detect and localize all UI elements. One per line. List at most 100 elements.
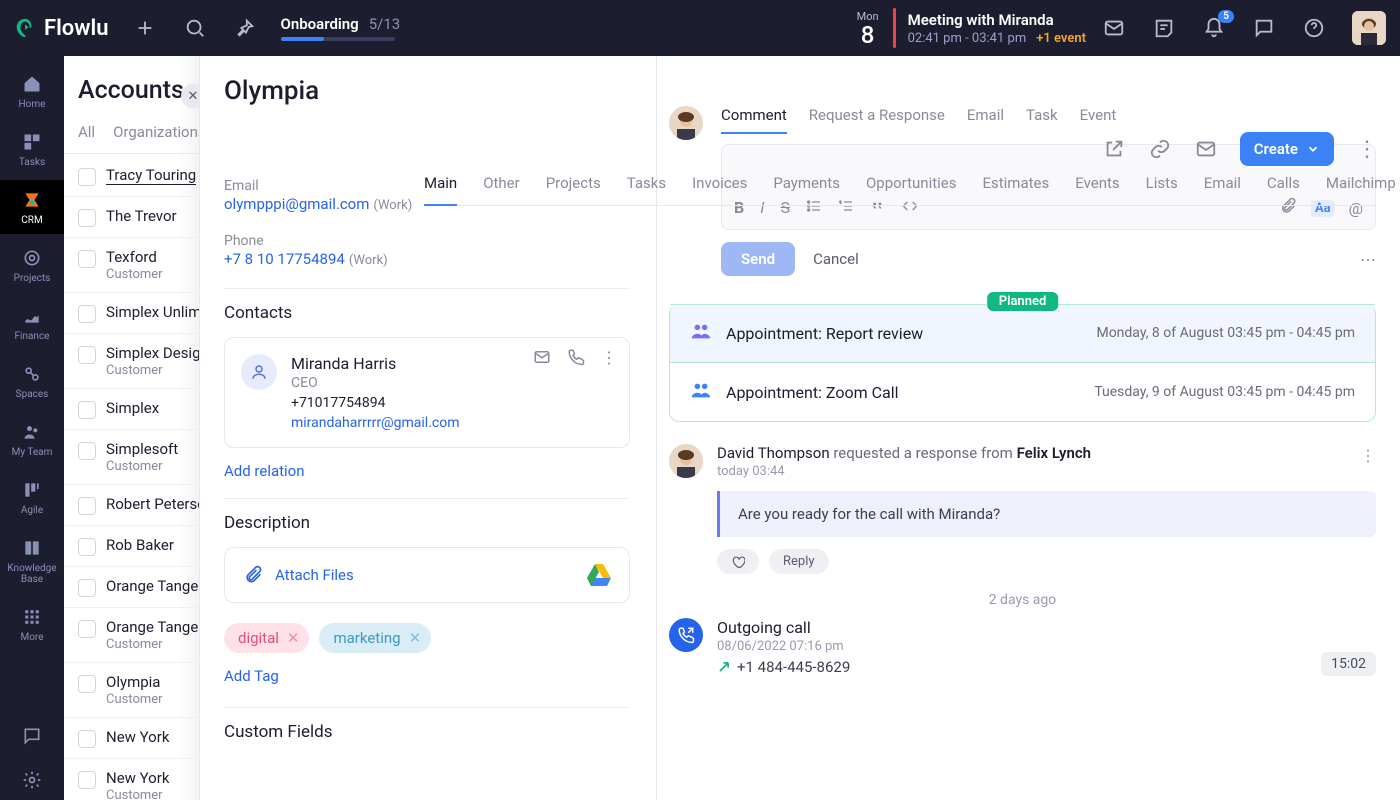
account-row[interactable]: TexfordCustomer xyxy=(64,238,199,293)
nav-more[interactable]: More xyxy=(0,597,64,651)
checkbox[interactable] xyxy=(78,771,96,789)
brand-logo[interactable]: Flowlu xyxy=(14,16,109,41)
add-icon[interactable] xyxy=(133,16,157,40)
account-row[interactable]: New YorkCustomer xyxy=(64,759,199,800)
account-row[interactable]: Tracy Touring xyxy=(64,156,199,197)
tab-estimates[interactable]: Estimates xyxy=(982,174,1049,205)
checkbox[interactable] xyxy=(78,538,96,556)
tab-other[interactable]: Other xyxy=(483,174,520,205)
activity-tab-comment[interactable]: Comment xyxy=(721,106,787,134)
checkbox[interactable] xyxy=(78,620,96,638)
call-icon[interactable] xyxy=(567,348,585,370)
account-row[interactable]: New York xyxy=(64,718,199,759)
tag[interactable]: digital✕ xyxy=(224,623,309,653)
tab-mailchimp[interactable]: Mailchimp xyxy=(1326,174,1396,205)
email-icon[interactable] xyxy=(1194,137,1218,161)
remove-tag-icon[interactable]: ✕ xyxy=(409,629,422,647)
help-icon[interactable] xyxy=(1302,16,1326,40)
nav-agile[interactable]: Agile xyxy=(0,470,64,524)
account-row[interactable]: Simplex Unlimited xyxy=(64,293,199,334)
contact-email[interactable]: mirandaharrrrr@gmail.com xyxy=(291,415,459,431)
calendar-date[interactable]: Mon 8 xyxy=(857,10,879,47)
checkbox[interactable] xyxy=(78,250,96,268)
tab-opportunities[interactable]: Opportunities xyxy=(866,174,957,205)
add-tag-link[interactable]: Add Tag xyxy=(224,667,279,685)
nav-tasks[interactable]: Tasks xyxy=(0,122,64,176)
appointment-row[interactable]: Appointment: Zoom Call Tuesday, 9 of Aug… xyxy=(670,362,1375,421)
contact-card[interactable]: Miranda Harris CEO +71017754894 mirandah… xyxy=(224,337,630,448)
notes-icon[interactable] xyxy=(1152,16,1176,40)
account-row[interactable]: Simplex DesignCustomer xyxy=(64,334,199,389)
activity-tab-request-a-response[interactable]: Request a Response xyxy=(809,106,945,134)
chat-icon[interactable] xyxy=(1252,16,1276,40)
more-icon[interactable]: ⋯ xyxy=(1360,250,1376,269)
tab-email[interactable]: Email xyxy=(1204,174,1241,205)
checkbox[interactable] xyxy=(78,579,96,597)
mail-icon[interactable] xyxy=(533,348,551,370)
onboarding-widget[interactable]: Onboarding 5/13 xyxy=(281,15,401,41)
checkbox[interactable] xyxy=(78,497,96,515)
user-avatar[interactable] xyxy=(1352,11,1386,45)
accounts-tab-all[interactable]: All xyxy=(78,123,95,153)
checkbox[interactable] xyxy=(78,401,96,419)
nav-finance[interactable]: Finance xyxy=(0,296,64,350)
nav-crm[interactable]: CRM xyxy=(0,180,64,234)
cancel-button[interactable]: Cancel xyxy=(813,250,859,268)
activity-tab-email[interactable]: Email xyxy=(967,106,1004,134)
mail-icon[interactable] xyxy=(1102,16,1126,40)
tab-calls[interactable]: Calls xyxy=(1267,174,1300,205)
bell-icon[interactable]: 5 xyxy=(1202,16,1226,40)
tab-main[interactable]: Main xyxy=(424,174,457,206)
nav-home[interactable]: Home xyxy=(0,64,64,118)
tab-projects[interactable]: Projects xyxy=(546,174,601,205)
tab-events[interactable]: Events xyxy=(1075,174,1119,205)
tab-lists[interactable]: Lists xyxy=(1146,174,1178,205)
attach-files-box[interactable]: Attach Files xyxy=(224,547,630,603)
account-row[interactable]: The Trevor xyxy=(64,197,199,238)
nav-kb[interactable]: Knowledge Base xyxy=(0,528,64,593)
reply-button[interactable]: Reply xyxy=(769,549,829,574)
more-icon[interactable]: ⋮ xyxy=(1360,446,1376,465)
checkbox[interactable] xyxy=(78,346,96,364)
close-panel-icon[interactable]: ✕ xyxy=(181,84,200,108)
account-row[interactable]: OlympiaCustomer xyxy=(64,663,199,718)
appointment-row[interactable]: Appointment: Report review Monday, 8 of … xyxy=(670,304,1375,362)
activity-tab-event[interactable]: Event xyxy=(1080,106,1117,134)
account-row[interactable]: Rob Baker xyxy=(64,526,199,567)
nav-settings[interactable] xyxy=(0,760,64,800)
tab-invoices[interactable]: Invoices xyxy=(692,174,747,205)
nav-feedback[interactable] xyxy=(0,716,64,756)
google-drive-icon[interactable] xyxy=(587,564,611,586)
more-icon[interactable]: ⋮ xyxy=(601,348,617,370)
create-button[interactable]: Create xyxy=(1240,132,1334,166)
account-row[interactable]: Robert Peterson xyxy=(64,485,199,526)
checkbox[interactable] xyxy=(78,305,96,323)
search-icon[interactable] xyxy=(183,16,207,40)
activity-tab-task[interactable]: Task xyxy=(1026,106,1058,134)
link-icon[interactable] xyxy=(1148,137,1172,161)
remove-tag-icon[interactable]: ✕ xyxy=(287,629,300,647)
account-row[interactable]: Orange TangerineCustomer xyxy=(64,608,199,663)
next-meeting[interactable]: Meeting with Miranda 02:41 pm - 03:41 pm… xyxy=(908,11,1086,46)
account-row[interactable]: Orange Tangerine xyxy=(64,567,199,608)
email-value[interactable]: olympppi@gmail.com xyxy=(224,195,369,213)
pin-icon[interactable] xyxy=(233,16,257,40)
open-external-icon[interactable] xyxy=(1102,137,1126,161)
checkbox[interactable] xyxy=(78,730,96,748)
checkbox[interactable] xyxy=(78,442,96,460)
like-button[interactable] xyxy=(717,549,759,574)
send-button[interactable]: Send xyxy=(721,242,795,276)
nav-spaces[interactable]: Spaces xyxy=(0,354,64,408)
tag[interactable]: marketing✕ xyxy=(319,623,431,653)
tab-payments[interactable]: Payments xyxy=(773,174,840,205)
nav-projects[interactable]: Projects xyxy=(0,238,64,292)
accounts-tab-orgs[interactable]: Organizations xyxy=(113,123,199,153)
phone-value[interactable]: +7 8 10 17754894 xyxy=(224,250,345,268)
tab-tasks[interactable]: Tasks xyxy=(627,174,666,205)
checkbox[interactable] xyxy=(78,675,96,693)
checkbox[interactable] xyxy=(78,209,96,227)
account-row[interactable]: SimplesoftCustomer xyxy=(64,430,199,485)
more-icon[interactable]: ⋮ xyxy=(1356,137,1378,162)
checkbox[interactable] xyxy=(78,168,96,186)
add-relation-link[interactable]: Add relation xyxy=(224,462,305,480)
